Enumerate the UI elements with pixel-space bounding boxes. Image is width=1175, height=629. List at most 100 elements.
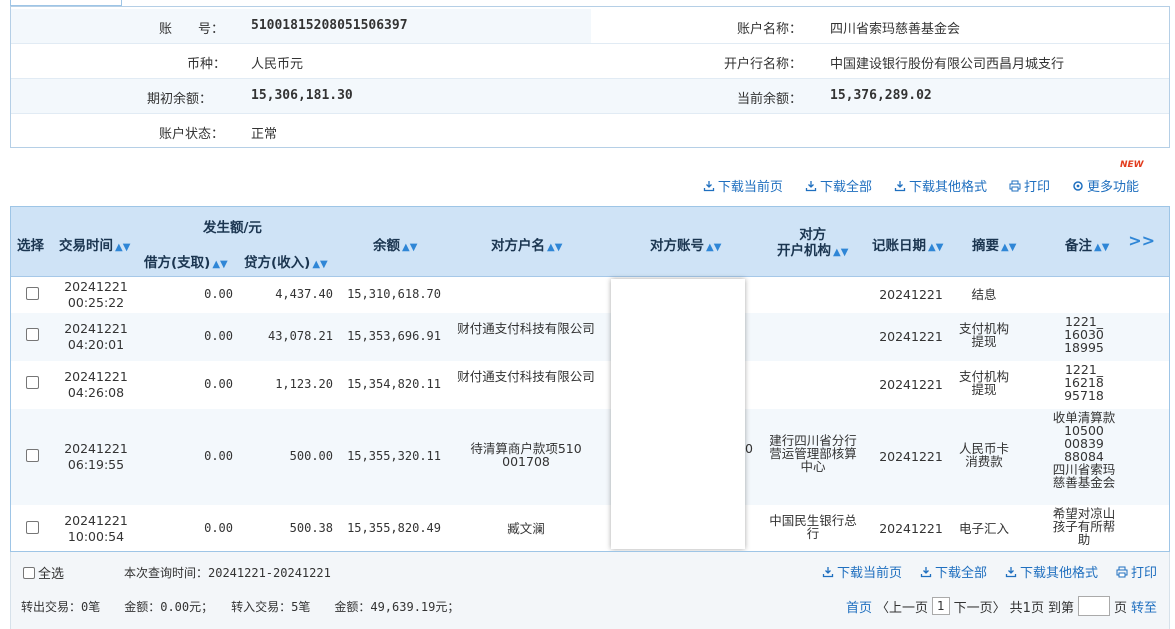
more-columns-icon[interactable]: >> [1128, 231, 1155, 250]
footer-print-button[interactable]: 打印 [1116, 562, 1157, 581]
download-icon [1005, 566, 1017, 577]
account-name-label: 账户名称： [737, 22, 803, 37]
header-credit[interactable]: 贷方(收入) ▲▼ [244, 251, 328, 271]
header-book-date-label: 记账日期 [872, 238, 926, 254]
header-balance[interactable]: 余额 ▲▼ [373, 234, 417, 254]
more-functions-button[interactable]: 更多功能 [1072, 176, 1139, 195]
header-time[interactable]: 交易时间 ▲▼ [59, 234, 130, 254]
more-functions-label: 更多功能 [1086, 180, 1139, 195]
row-credit: 500.38 [289, 521, 333, 535]
table-row: 20241221 04:20:01 0.00 43,078.21 15,353,… [11, 313, 1169, 361]
sort-icon: ▲▼ [312, 259, 328, 270]
row-debit: 0.00 [204, 521, 233, 535]
print-label: 打印 [1023, 180, 1050, 195]
header-party-bank[interactable]: 对方 开户机构 ▲▼ [777, 227, 848, 261]
header-amount-group: 发生额/元 [203, 220, 262, 236]
download-icon [822, 566, 834, 577]
go-button[interactable]: 转至 [1131, 597, 1157, 616]
row-balance: 15,353,696.91 [347, 329, 441, 343]
download-all-label: 下载全部 [819, 180, 872, 195]
header-book-date[interactable]: 记账日期 ▲▼ [872, 234, 943, 254]
header-summary[interactable]: 摘要 ▲▼ [972, 234, 1016, 254]
account-no-value: 51001815208051506397 [251, 18, 408, 33]
sort-icon: ▲▼ [1094, 242, 1110, 253]
row-checkbox[interactable] [26, 328, 39, 341]
row-checkbox[interactable] [26, 287, 39, 300]
row-remark: 收单清算款 10500 00839 88084 四川省索玛 慈善基金会 [1052, 410, 1116, 490]
download-all-button[interactable]: 下载全部 [805, 176, 872, 195]
header-party-bank-label: 对方 开户机构 [777, 227, 831, 259]
row-checkbox[interactable] [26, 376, 39, 389]
row-summary: 支付机构提现 [958, 369, 1009, 397]
table-row: 20241221 04:26:08 0.00 1,123.20 15,354,8… [11, 361, 1169, 409]
total-pages: 共1页 [1009, 600, 1044, 616]
row-summary: 结息 [971, 287, 997, 302]
footer-download-page-button[interactable]: 下载当前页 [822, 562, 902, 581]
new-badge: NEW [1120, 160, 1144, 170]
select-all-checkbox[interactable] [23, 566, 35, 579]
row-date: 20241221 [64, 369, 128, 384]
row-balance: 15,355,320.11 [347, 449, 441, 463]
currency-label: 币种： [187, 57, 227, 72]
footer-download-other-button[interactable]: 下载其他格式 [1005, 562, 1098, 581]
table-row: 20241221 06:19:55 0.00 500.00 15,355,320… [11, 409, 1169, 505]
header-party-name[interactable]: 对方户名 ▲▼ [491, 234, 562, 254]
opening-balance-label: 期初余额： [147, 92, 213, 107]
header-party-account[interactable]: 对方账号 ▲▼ [650, 234, 721, 254]
page-input[interactable] [1077, 596, 1110, 616]
header-remark[interactable]: 备注 ▲▼ [1065, 234, 1109, 254]
select-all[interactable]: 全选 [23, 563, 64, 582]
print-button[interactable]: 打印 [1009, 176, 1050, 195]
row-credit: 43,078.21 [267, 329, 333, 343]
row-balance: 15,310,618.70 [347, 287, 441, 301]
row-debit: 0.00 [204, 377, 233, 391]
sort-icon: ▲▼ [115, 242, 131, 253]
row-time: 04:26:08 [67, 385, 125, 400]
header-credit-label: 贷方(收入) [244, 255, 311, 271]
account-no-label: 账 号： [159, 22, 225, 37]
sort-icon: ▲▼ [928, 242, 944, 253]
row-book-date: 20241221 [879, 329, 943, 344]
row-summary: 人民币卡消费款 [958, 441, 1009, 469]
row-checkbox[interactable] [26, 521, 39, 534]
row-credit: 1,123.20 [275, 377, 333, 391]
info-row: 期初余额： 15,306,181.30 当前余额： 15,376,289.02 [11, 79, 1169, 114]
sort-icon: ▲▼ [402, 242, 418, 253]
row-checkbox[interactable] [26, 449, 39, 462]
transaction-table: 选择 交易时间 ▲▼ 发生额/元 借方(支取) ▲▼ 贷方(收入) ▲▼ 余额 ▲▼ 对… [10, 206, 1170, 552]
row-date: 20241221 [64, 279, 128, 294]
printer-icon [1116, 566, 1128, 577]
current-balance-value: 15,376,289.02 [830, 88, 932, 103]
row-summary: 支付机构提现 [958, 321, 1009, 349]
printer-icon [1009, 180, 1021, 191]
row-party-name: 臧文澜 [507, 521, 545, 536]
header-remark-label: 备注 [1065, 238, 1092, 254]
query-time: 本次查询时间：20241221-20241221 [124, 566, 331, 580]
row-book-date: 20241221 [879, 449, 943, 464]
page-unit: 页 [1113, 600, 1127, 616]
prev-page-link[interactable]: 〈上一页 [876, 597, 928, 616]
row-time: 00:25:22 [67, 295, 125, 310]
header-debit[interactable]: 借方(支取) ▲▼ [144, 251, 228, 271]
header-time-label: 交易时间 [59, 238, 113, 254]
footer-download-all-button[interactable]: 下载全部 [920, 562, 987, 581]
table-header: 选择 交易时间 ▲▼ 发生额/元 借方(支取) ▲▼ 贷方(收入) ▲▼ 余额 ▲▼ 对… [11, 207, 1169, 277]
row-time: 06:19:55 [67, 457, 125, 472]
row-date: 20241221 [64, 513, 128, 528]
row-debit: 0.00 [204, 287, 233, 301]
gear-icon [1073, 180, 1083, 191]
row-party-name: 待清算商户款项510 001708 [470, 441, 582, 469]
goto-label: 到第 [1047, 600, 1074, 616]
table-row: 20241221 00:25:22 0.00 4,437.40 15,310,6… [11, 277, 1169, 313]
first-page-link[interactable]: 首页 [846, 597, 872, 616]
download-page-button[interactable]: 下载当前页 [703, 176, 783, 195]
footer-download-page-label: 下载当前页 [836, 566, 902, 581]
row-party-account-partial: 0 [745, 441, 753, 456]
info-row: 账 号： 51001815208051506397 账户名称： 四川省索玛慈善基… [11, 9, 1169, 44]
next-page-link[interactable]: 下一页〉 [954, 597, 1006, 616]
download-other-button[interactable]: 下载其他格式 [894, 176, 987, 195]
footer-download-all-label: 下载全部 [934, 566, 987, 581]
current-page: 1 [932, 597, 950, 615]
row-remark: 1221_ 16218 95718 [1064, 362, 1104, 403]
bank-value: 中国建设银行股份有限公司西昌月城支行 [830, 57, 1065, 72]
